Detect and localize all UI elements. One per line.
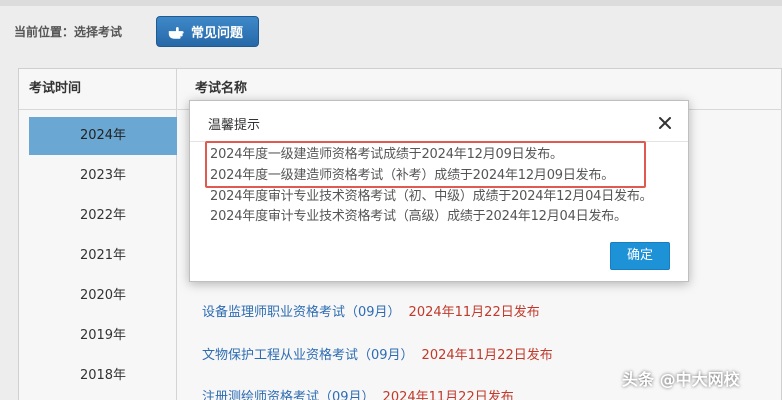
column-header-year: 考试时间 bbox=[29, 81, 82, 96]
exam-row: 设备监理师职业资格考试（09月） 2024年11月22日发布 bbox=[202, 303, 540, 323]
year-item-2020[interactable]: 2020年 bbox=[29, 277, 177, 315]
close-icon[interactable] bbox=[655, 113, 675, 133]
year-item-2024[interactable]: 2024年 bbox=[29, 117, 177, 155]
year-item-2021[interactable]: 2021年 bbox=[29, 237, 177, 275]
breadcrumb: 当前位置：选择考试 bbox=[14, 25, 123, 39]
notice-line: 2024年度审计专业技术资格考试（初、中级）成绩于2024年12月04日发布。 bbox=[210, 189, 653, 204]
notice-line: 2024年度一级建造师资格考试（补考）成绩于2024年12月09日发布。 bbox=[210, 168, 615, 183]
watermark: 头条 @中大网校 bbox=[622, 370, 740, 389]
exam-link[interactable]: 注册测绘师资格考试（09月） bbox=[202, 390, 375, 400]
year-item-2022[interactable]: 2022年 bbox=[29, 197, 177, 235]
exam-date: 2024年11月22日发布 bbox=[421, 348, 553, 363]
exam-row: 注册测绘师资格考试（09月） 2024年11月22日发布 bbox=[202, 388, 514, 400]
exam-link[interactable]: 设备监理师职业资格考试（09月） bbox=[202, 305, 401, 320]
exam-date: 2024年11月22日发布 bbox=[382, 390, 514, 400]
faq-button[interactable]: 常见问题 bbox=[156, 16, 259, 47]
notice-line: 2024年度审计专业技术资格考试（高级）成绩于2024年12月04日发布。 bbox=[210, 209, 627, 224]
year-item-2023[interactable]: 2023年 bbox=[29, 157, 177, 195]
notice-dialog: 温馨提示 2024年度一级建造师资格考试成绩于2024年12月09日发布。 20… bbox=[189, 100, 689, 282]
pointing-hand-icon bbox=[168, 26, 184, 39]
notice-line: 2024年度一级建造师资格考试成绩于2024年12月09日发布。 bbox=[210, 147, 563, 162]
exam-link[interactable]: 文物保护工程从业资格考试（09月） bbox=[202, 348, 414, 363]
year-item-2019[interactable]: 2019年 bbox=[29, 317, 177, 355]
year-item-2018[interactable]: 2018年 bbox=[29, 357, 177, 395]
exam-date: 2024年11月22日发布 bbox=[408, 305, 540, 320]
top-strip bbox=[0, 0, 782, 6]
dialog-title: 温馨提示 bbox=[208, 118, 261, 133]
exam-row: 文物保护工程从业资格考试（09月） 2024年11月22日发布 bbox=[202, 346, 553, 366]
confirm-button[interactable]: 确定 bbox=[610, 242, 670, 270]
faq-button-label: 常见问题 bbox=[191, 26, 244, 41]
